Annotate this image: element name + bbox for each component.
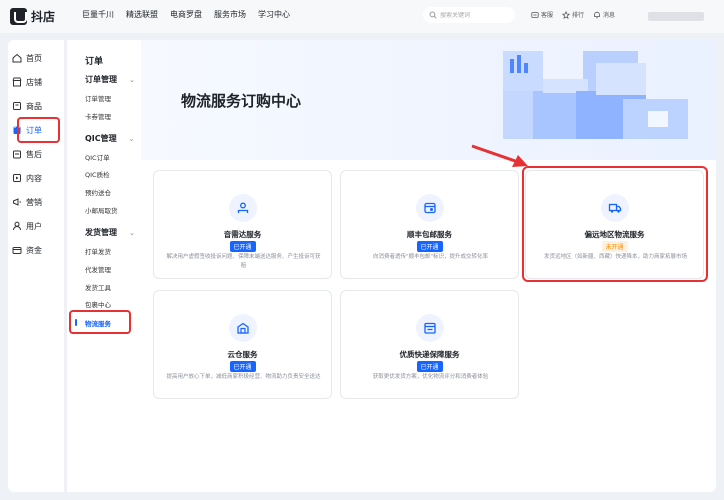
card-description: 向消费者透传"顺丰包邮"标识，提升成交转化率 [372, 254, 489, 260]
submenu-item[interactable]: 打单发货 [85, 246, 111, 256]
arrow-annotation [471, 144, 528, 167]
page-title: 物流服务订购中心 [181, 92, 302, 110]
chevron-down-icon: ⌄ [129, 75, 135, 84]
status-badge: 已开通 [229, 361, 256, 372]
funds-icon [12, 247, 22, 254]
submenu-group-label: 发货管理 [85, 228, 117, 237]
service-card-sf[interactable]: 顺丰包邮服务 已开通 向消费者透传"顺丰包邮"标识，提升成交转化率 [340, 170, 519, 279]
sidebar-item-label: 商品 [26, 101, 42, 111]
sidebar-item-store[interactable]: 店铺 [12, 74, 42, 90]
headset-icon [531, 11, 539, 18]
topnav-item[interactable]: 精选联盟 [126, 9, 158, 20]
bell-icon [594, 11, 600, 18]
sidebar-item-label: 店铺 [26, 77, 42, 87]
cloud-warehouse-icon [228, 314, 257, 342]
sidebar-item-home[interactable]: 首页 [12, 50, 42, 66]
status-badge: 已开通 [229, 241, 256, 252]
goods-icon [13, 102, 21, 110]
chevron-down-icon: ⌄ [129, 228, 135, 237]
sidebar-item-label: 内容 [26, 173, 42, 183]
sidebar-item-after-sale[interactable]: 售后 [12, 146, 42, 162]
submenu-item[interactable]: QIC质检 [85, 169, 110, 179]
submenu-item[interactable]: 小邮局取货 [85, 205, 118, 215]
sidebar-item-label: 售后 [26, 149, 42, 159]
sidebar-item-label: 用户 [26, 221, 42, 231]
brand-name: 抖店 [31, 9, 56, 24]
submenu-group-qic[interactable]: QIC管理 ⌄ [85, 133, 135, 144]
submenu-group-shipping[interactable]: 发货管理 ⌄ [85, 227, 135, 238]
chevron-down-icon: ⌄ [128, 134, 135, 143]
express-guarantee-icon [415, 314, 444, 342]
user-icon [13, 221, 21, 231]
card-description: 解决用户虚假签收投诉问题、保障末端送达服务、产生投诉可获赔 [166, 254, 321, 269]
store-icon [12, 77, 22, 87]
marketing-icon [13, 198, 21, 206]
service-button[interactable]: 客服 [531, 10, 553, 19]
logo-icon [10, 7, 27, 25]
sidebar-item-label: 首页 [26, 53, 42, 63]
brand-logo[interactable]: 抖店 [10, 7, 55, 25]
service-label: 客服 [541, 12, 554, 19]
rank-label: 排行 [572, 12, 585, 19]
sidebar-item-goods[interactable]: 商品 [12, 98, 42, 114]
submenu-item[interactable]: 包裹中心 [85, 299, 111, 309]
highlight-box-logistics [69, 310, 131, 334]
service-card-yinxuda[interactable]: 音需达服务 已开通 解决用户虚假签收投诉问题、保障末端送达服务、产生投诉可获赔 [153, 170, 332, 279]
sidebar-item-user[interactable]: 用户 [12, 218, 42, 234]
courier-icon [228, 194, 257, 222]
home-icon [12, 53, 22, 63]
after-sale-icon [13, 150, 21, 159]
sidebar-item-funds[interactable]: 资金 [12, 242, 42, 258]
sidebar-item-label: 营销 [26, 197, 42, 207]
card-description: 获取更优发货方案，优化物流评分和消费者体验 [372, 374, 489, 380]
topnav-item[interactable]: 服务市场 [214, 9, 246, 20]
message-label: 消息 [603, 12, 616, 19]
sidebar-item-marketing[interactable]: 营销 [12, 194, 42, 210]
rank-button[interactable]: 排行 [562, 10, 584, 19]
submenu-item[interactable]: 预约送仓 [85, 187, 111, 197]
search-icon [429, 11, 437, 19]
card-description: 提高用户放心下单，减低商家积极经营、物流助力负责安全送达 [166, 374, 321, 380]
sidebar-item-content[interactable]: 内容 [12, 170, 42, 186]
search-box[interactable] [423, 7, 515, 23]
card-title: 云仓服务 [227, 350, 258, 359]
highlight-box-remote-card [522, 166, 708, 282]
submenu-item[interactable]: 代发管理 [85, 264, 111, 274]
account-avatar[interactable] [648, 12, 704, 21]
status-badge: 已开通 [416, 241, 443, 252]
sf-express-icon [415, 194, 444, 222]
card-title: 顺丰包邮服务 [407, 230, 452, 239]
submenu-group-label: 订单管理 [85, 75, 117, 84]
submenu-item[interactable]: 卡券管理 [85, 111, 111, 121]
card-title: 音需达服务 [223, 230, 262, 239]
boxes-illustration [503, 51, 688, 139]
submenu-title: 订单 [85, 57, 104, 67]
submenu-group-label: QIC管理 [85, 134, 117, 143]
top-tools: 客服 排行 消息 [531, 10, 615, 19]
service-card-express-guarantee[interactable]: 优质快递保障服务 已开通 获取更优发货方案，优化物流评分和消费者体验 [340, 290, 519, 399]
topnav-item[interactable]: 巨量千川 [82, 9, 114, 20]
service-card-cloud-warehouse[interactable]: 云仓服务 已开通 提高用户放心下单，减低商家积极经营、物流助力负责安全送达 [153, 290, 332, 399]
card-title: 优质快递保障服务 [399, 350, 460, 359]
top-nav: 巨量千川 精选联盟 电商罗盘 服务市场 学习中心 [82, 9, 290, 20]
submenu-item[interactable]: QIC订单 [85, 152, 110, 162]
topnav-item[interactable]: 学习中心 [258, 9, 290, 20]
rank-icon [562, 10, 571, 19]
topnav-item[interactable]: 电商罗盘 [170, 9, 202, 20]
submenu-item[interactable]: 发货工具 [85, 282, 111, 292]
highlight-box-order [17, 117, 60, 143]
search-input[interactable] [440, 11, 510, 19]
content-icon [13, 174, 21, 182]
submenu-group-order[interactable]: 订单管理 ⌄ [85, 74, 135, 85]
status-badge: 已开通 [416, 361, 443, 372]
sidebar-item-label: 资金 [26, 245, 42, 255]
message-button[interactable]: 消息 [593, 10, 615, 19]
submenu-item[interactable]: 订单管理 [85, 93, 111, 103]
